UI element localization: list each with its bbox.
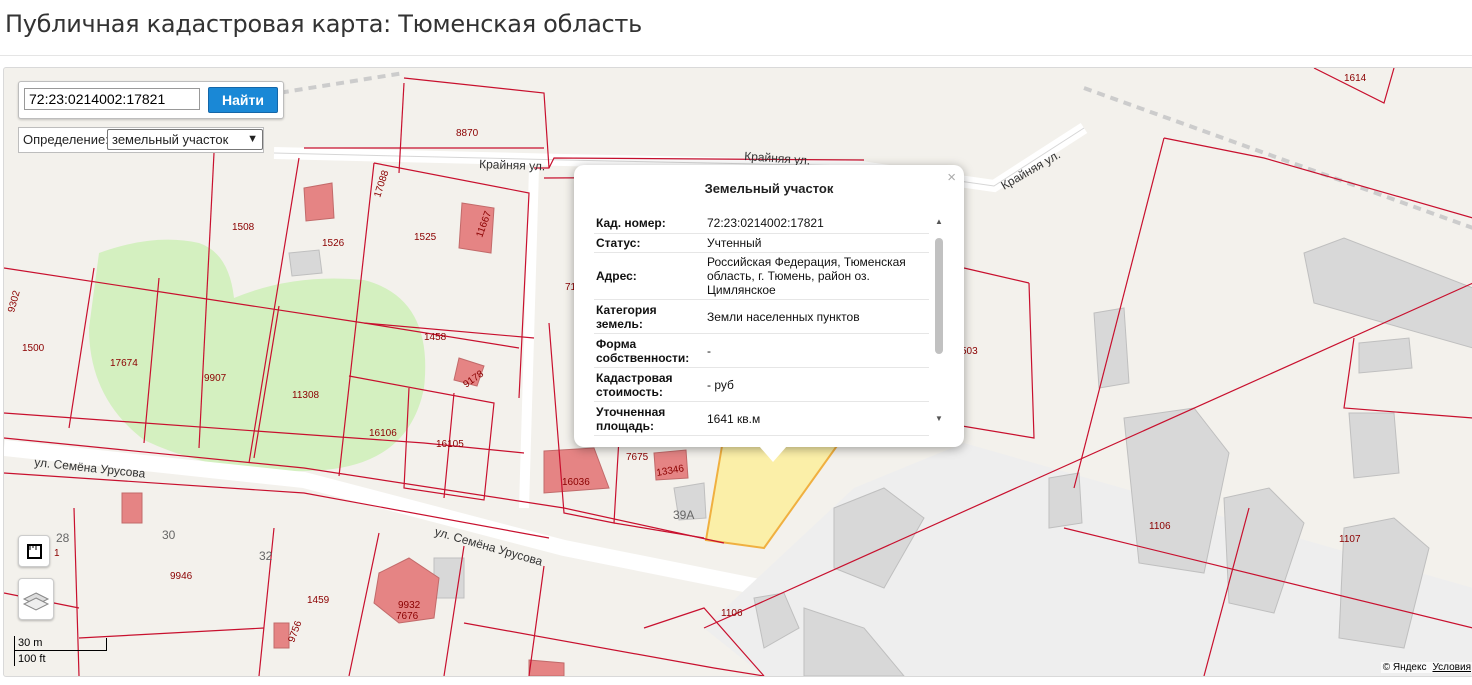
plot-label: 1459 (307, 595, 330, 606)
plot-label: 1500 (22, 343, 45, 354)
plot-label: 1508 (232, 222, 255, 233)
street-label: Крайняя ул. (479, 157, 546, 173)
definition-select[interactable]: земельный участок ▼ (107, 129, 263, 150)
search-button[interactable]: Найти (208, 87, 278, 113)
plot-label: 9946 (170, 571, 193, 582)
row-key: Статус: (594, 233, 705, 253)
popup-scrollbar[interactable]: ▲ ▼ (933, 213, 945, 423)
table-row: Кадастровая стоимость: - руб (594, 367, 929, 402)
chevron-down-icon: ▼ (247, 133, 258, 145)
map-scale: 30 m 100 ft (14, 636, 107, 666)
plot-label: 1526 (322, 238, 345, 249)
terms-link[interactable]: Условия (1432, 662, 1471, 673)
plot-label: 1525 (414, 232, 437, 243)
plot-label: 1106 (1149, 521, 1171, 532)
table-row: Уточненная площадь: 1641 кв.м (594, 401, 929, 436)
copyright-text: © Яндекс (1382, 662, 1427, 673)
close-icon[interactable]: × (947, 169, 956, 186)
row-value: Земли населенных пунктов (705, 299, 929, 334)
plot-label: 8870 (456, 128, 479, 139)
page-title: Публичная кадастровая карта: Тюменская о… (5, 10, 642, 38)
plot-label: 9932 (398, 600, 421, 611)
row-value: Российская Федерация, Тюменская область,… (705, 252, 929, 300)
row-value: - (705, 333, 929, 368)
search-input[interactable] (24, 88, 200, 110)
popup-pointer (759, 446, 787, 462)
table-row: Кад. номер: 72:23:0214002:17821 (594, 213, 929, 234)
ruler-icon (27, 544, 42, 559)
scale-imperial: 100 ft (18, 653, 46, 665)
row-key: Форма собственности: (594, 333, 705, 368)
table-row: Категория земель: Земли населенных пункто… (594, 299, 929, 334)
plot-label: 1 (54, 548, 60, 559)
plot-label: 9302 (6, 289, 22, 314)
house-number: 28 (56, 531, 70, 545)
plot-label: 1458 (424, 332, 447, 343)
plot-label: 7675 (626, 452, 649, 463)
row-value: 72:23:0214002:17821 (705, 213, 929, 234)
scrollbar-thumb[interactable] (935, 238, 943, 354)
table-row: Форма собственности: - (594, 333, 929, 368)
row-key: Кад. номер: (594, 213, 705, 234)
layers-button[interactable] (18, 578, 54, 620)
plot-label: 17088 (372, 169, 391, 199)
row-key: Категория земель: (594, 299, 705, 334)
house-number: 32 (259, 549, 273, 563)
ruler-button[interactable] (18, 535, 50, 567)
plot-info-popup: Земельный участок × Кад. номер: 72:23:021… (574, 165, 964, 447)
house-number: 30 (162, 528, 176, 542)
plot-label: 16105 (436, 439, 464, 450)
plot-label: 11308 (292, 390, 320, 401)
title-divider (0, 55, 1472, 56)
table-row: Адрес: Российская Федерация, Тюменская об… (594, 252, 929, 300)
plot-label: 1614 (1344, 73, 1367, 84)
row-value: - руб (705, 367, 929, 402)
search-panel: Найти (18, 81, 284, 119)
definition-label: Определение: (23, 132, 109, 147)
definition-selected: земельный участок (112, 132, 229, 147)
cadastral-map[interactable]: 8870 1614 1508 1526 17088 1525 11667 150… (3, 67, 1472, 677)
plot-info-table: Кад. номер: 72:23:0214002:17821 Статус: Уч… (594, 213, 929, 436)
row-key: Уточненная площадь: (594, 401, 705, 436)
house-number: 39А (673, 508, 694, 522)
row-value: 1641 кв.м (705, 401, 929, 436)
scroll-up-icon[interactable]: ▲ (935, 217, 943, 226)
plot-label: 17674 (110, 358, 138, 369)
plot-label: 16036 (562, 477, 590, 488)
plot-label: 7676 (396, 611, 419, 622)
scale-metric: 30 m (18, 637, 43, 649)
copyright: © Яндекс Условия (1380, 662, 1472, 673)
row-value: Учтенный (705, 233, 929, 253)
row-key: Адрес: (594, 252, 705, 300)
layers-icon (22, 592, 50, 611)
popup-title: Земельный участок (704, 181, 834, 196)
plot-label: 1107 (1339, 534, 1361, 545)
scroll-down-icon[interactable]: ▼ (935, 414, 943, 423)
plot-label: 9907 (204, 373, 227, 384)
row-key: Кадастровая стоимость: (594, 367, 705, 402)
definition-panel: Определение: земельный участок ▼ (18, 127, 264, 153)
plot-label: 1106 (721, 608, 743, 619)
table-row: Статус: Учтенный (594, 233, 929, 253)
plot-label: 16106 (369, 428, 397, 439)
